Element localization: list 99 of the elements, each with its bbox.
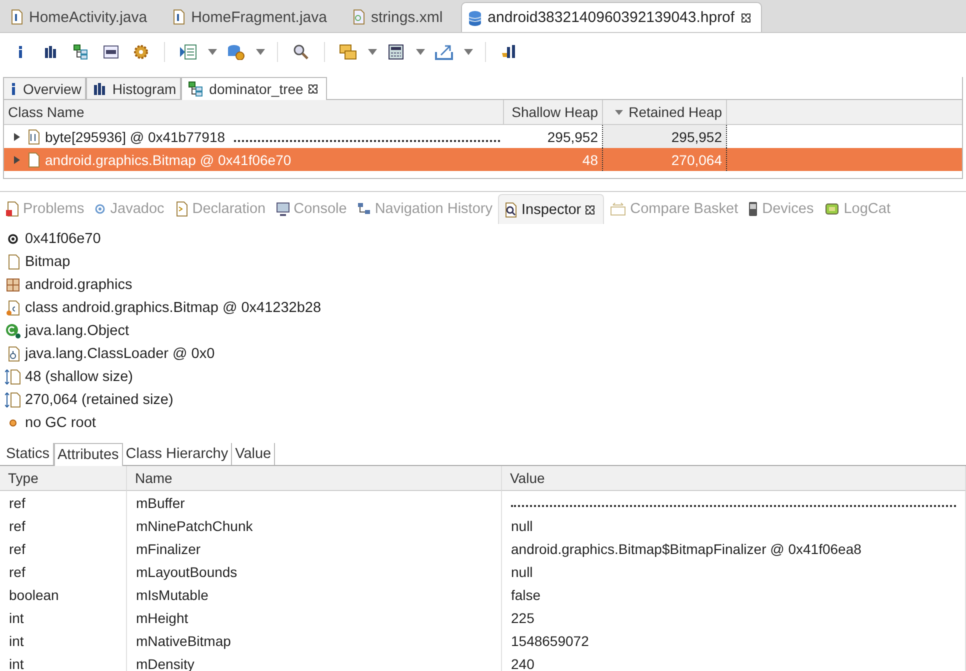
phone-icon <box>748 201 758 217</box>
table-cell: int <box>0 606 127 629</box>
close-icon <box>308 84 318 94</box>
table-cell: ref <box>0 537 127 560</box>
inspector-item: 48 (shallow size) <box>25 368 133 384</box>
inspector-item: 270,064 (retained size) <box>25 392 174 408</box>
java-file-icon <box>9 9 23 25</box>
column-header[interactable]: Class Name <box>4 100 504 125</box>
close-icon <box>740 12 751 22</box>
column-header[interactable]: Type <box>0 466 127 491</box>
class-loader-icon <box>6 346 20 362</box>
inspector-item: java.lang.Object <box>25 322 129 338</box>
table-cell: mBuffer <box>127 491 502 514</box>
close-icon <box>585 204 596 214</box>
column-header[interactable]: Value <box>502 466 966 491</box>
caret-icon <box>368 48 376 54</box>
info-icon <box>10 82 18 96</box>
editor-tab[interactable]: HomeFragment.java <box>165 2 337 32</box>
table-cell: mFinalizer <box>127 537 502 560</box>
tree-icon <box>73 44 89 60</box>
inspector-item: android.graphics <box>25 276 132 292</box>
table-cell: int <box>0 629 127 652</box>
bar-chart-icon <box>93 82 108 96</box>
compare-icon <box>610 202 626 216</box>
table-cell: 48 <box>504 148 603 171</box>
table-cell: mIsMutable <box>127 583 502 606</box>
table-cell: 1548659072 <box>502 629 966 652</box>
database-gear-icon <box>227 44 245 60</box>
bar-chart-icon <box>44 44 58 58</box>
search-icon <box>293 44 309 60</box>
caret-icon <box>416 48 424 54</box>
table-cell: null <box>502 514 966 537</box>
navigation-icon <box>356 202 371 216</box>
stacked-windows-icon <box>339 44 357 60</box>
report-icon <box>179 44 197 60</box>
inspector-item: Bitmap <box>25 254 70 270</box>
inspector-item: no GC root <box>25 414 96 430</box>
column-header[interactable]: Retained Heap <box>603 100 727 125</box>
caret-icon <box>256 48 264 54</box>
caret-icon <box>464 48 472 54</box>
database-icon <box>468 10 482 26</box>
table-cell: int <box>0 652 127 671</box>
table-cell: false <box>502 583 966 606</box>
column-header[interactable]: Shallow Heap <box>504 100 603 125</box>
export-icon <box>435 44 453 60</box>
caret-icon <box>208 48 216 54</box>
inspector-item: 0x41f06e70 <box>25 230 101 246</box>
expand-icon <box>14 156 21 164</box>
table-cell: ref <box>0 560 127 583</box>
editor-page-tab[interactable]: Histogram <box>86 77 182 99</box>
xml-file-icon <box>350 9 365 25</box>
table-cell: mNinePatchChunk <box>127 514 502 537</box>
table-cell: mNativeBitmap <box>127 629 502 652</box>
table-cell: null <box>502 560 966 583</box>
editor-tab[interactable]: android3832140960392139043.hprof <box>460 2 762 32</box>
gear-icon <box>133 44 149 60</box>
problems-icon <box>5 201 19 217</box>
java-file-icon <box>171 9 186 25</box>
table-cell: mLayoutBounds <box>127 560 502 583</box>
class-name: android.graphics.Bitmap @ 0x41f06e70 <box>45 152 292 168</box>
size-icon <box>5 392 21 408</box>
calculator-icon <box>388 44 404 60</box>
class-name: byte[295936] @ 0x41b77918 <box>45 128 226 144</box>
file-icon <box>6 254 20 270</box>
expand-icon <box>14 132 21 140</box>
file-icon <box>26 152 40 168</box>
info-icon <box>17 44 25 58</box>
table-cell: ref <box>0 514 127 537</box>
table-cell: mHeight <box>127 606 502 629</box>
table-cell: android.graphics.Bitmap$BitmapFinalizer @ 0x41f06ea8 <box>502 537 966 560</box>
console-icon <box>276 202 290 216</box>
table-cell: 225 <box>502 606 966 629</box>
detail-tab[interactable]: Value <box>232 443 276 465</box>
table-cell: boolean <box>0 583 127 606</box>
class-icon <box>5 322 21 338</box>
inspector-icon <box>503 202 518 218</box>
dot-icon <box>9 418 17 426</box>
editor-page-tab[interactable]: Overview <box>3 77 86 99</box>
table-cell: 270,064 <box>603 148 727 171</box>
detail-tab[interactable]: Attributes <box>54 443 123 466</box>
editor-tab[interactable]: strings.xml <box>344 2 453 32</box>
column-header[interactable]: Name <box>127 466 502 491</box>
package-icon <box>6 278 20 292</box>
editor-page-tab[interactable]: dominator_tree <box>181 77 328 100</box>
inspector-item: java.lang.ClassLoader @ 0x0 <box>25 346 215 362</box>
view-tab[interactable]: Inspector <box>498 194 604 224</box>
class-file-icon <box>6 300 20 316</box>
tree-icon <box>188 81 204 97</box>
size-icon <box>5 368 21 384</box>
detail-tab[interactable]: Class Hierarchy <box>122 443 232 465</box>
editor-tab[interactable]: HomeActivity.java <box>3 2 158 32</box>
table-cell: ref <box>0 491 127 514</box>
declaration-icon <box>174 201 188 217</box>
array-icon <box>26 128 40 144</box>
inspector-item: class android.graphics.Bitmap @ 0x41232b28 <box>25 300 322 316</box>
sort-icon <box>614 110 623 114</box>
table-cell: 295,952 <box>603 125 727 148</box>
table-cell: 240 <box>502 652 966 671</box>
table-row[interactable]: byte[295936] @ 0x41b77918 <box>4 125 504 148</box>
